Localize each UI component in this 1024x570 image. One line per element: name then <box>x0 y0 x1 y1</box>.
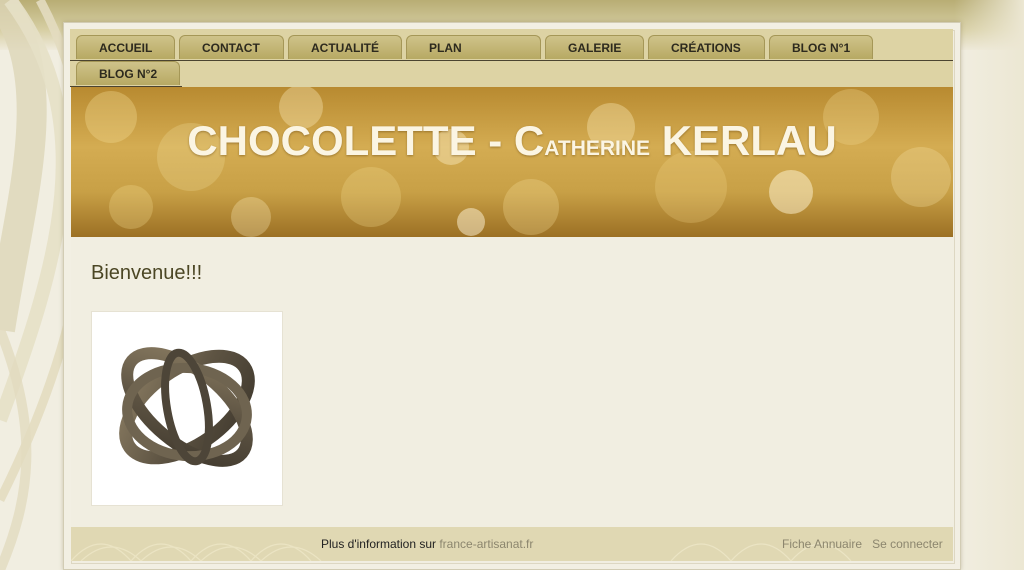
footer-info-link[interactable]: france-artisanat.fr <box>439 537 533 551</box>
nav-tab-accueil[interactable]: ACCUEIL <box>76 35 175 59</box>
nav-tab-plan[interactable]: PLAN <box>406 35 541 59</box>
site-title: CHOCOLETTE - Catherine KERLAU <box>71 117 953 165</box>
site-title-part-2: atherine <box>544 129 651 162</box>
footer-info-prefix: Plus d'information sur <box>321 537 440 551</box>
sculpture-photo[interactable] <box>91 311 283 506</box>
nav-tab-contact[interactable]: CONTACT <box>179 35 284 59</box>
site-header-banner: CHOCOLETTE - Catherine KERLAU <box>71 87 953 237</box>
decorative-right-fade <box>954 0 1024 570</box>
fiche-annuaire-link[interactable]: Fiche Annuaire <box>782 537 862 551</box>
bronze-knot-sculpture-image <box>119 347 255 467</box>
site-title-part-3: KERLAU <box>650 117 837 164</box>
nav-tab-blog-2[interactable]: BLOG N°2 <box>76 61 180 85</box>
nav-divider <box>70 60 953 61</box>
nav-tab-actualite[interactable]: ACTUALITÉ <box>288 35 402 59</box>
nav-tab-galerie[interactable]: GALERIE <box>545 35 644 59</box>
footer-links: Fiche Annuaire Se connecter <box>782 537 943 551</box>
footer-info: Plus d'information sur france-artisanat.… <box>321 537 533 551</box>
site-title-part-1: CHOCOLETTE - C <box>187 117 545 164</box>
login-link[interactable]: Se connecter <box>872 537 943 551</box>
nav-tab-blog-1[interactable]: BLOG N°1 <box>769 35 873 59</box>
nav-tab-creations[interactable]: CRÉATIONS <box>648 35 765 59</box>
welcome-heading: Bienvenue!!! <box>91 262 203 284</box>
